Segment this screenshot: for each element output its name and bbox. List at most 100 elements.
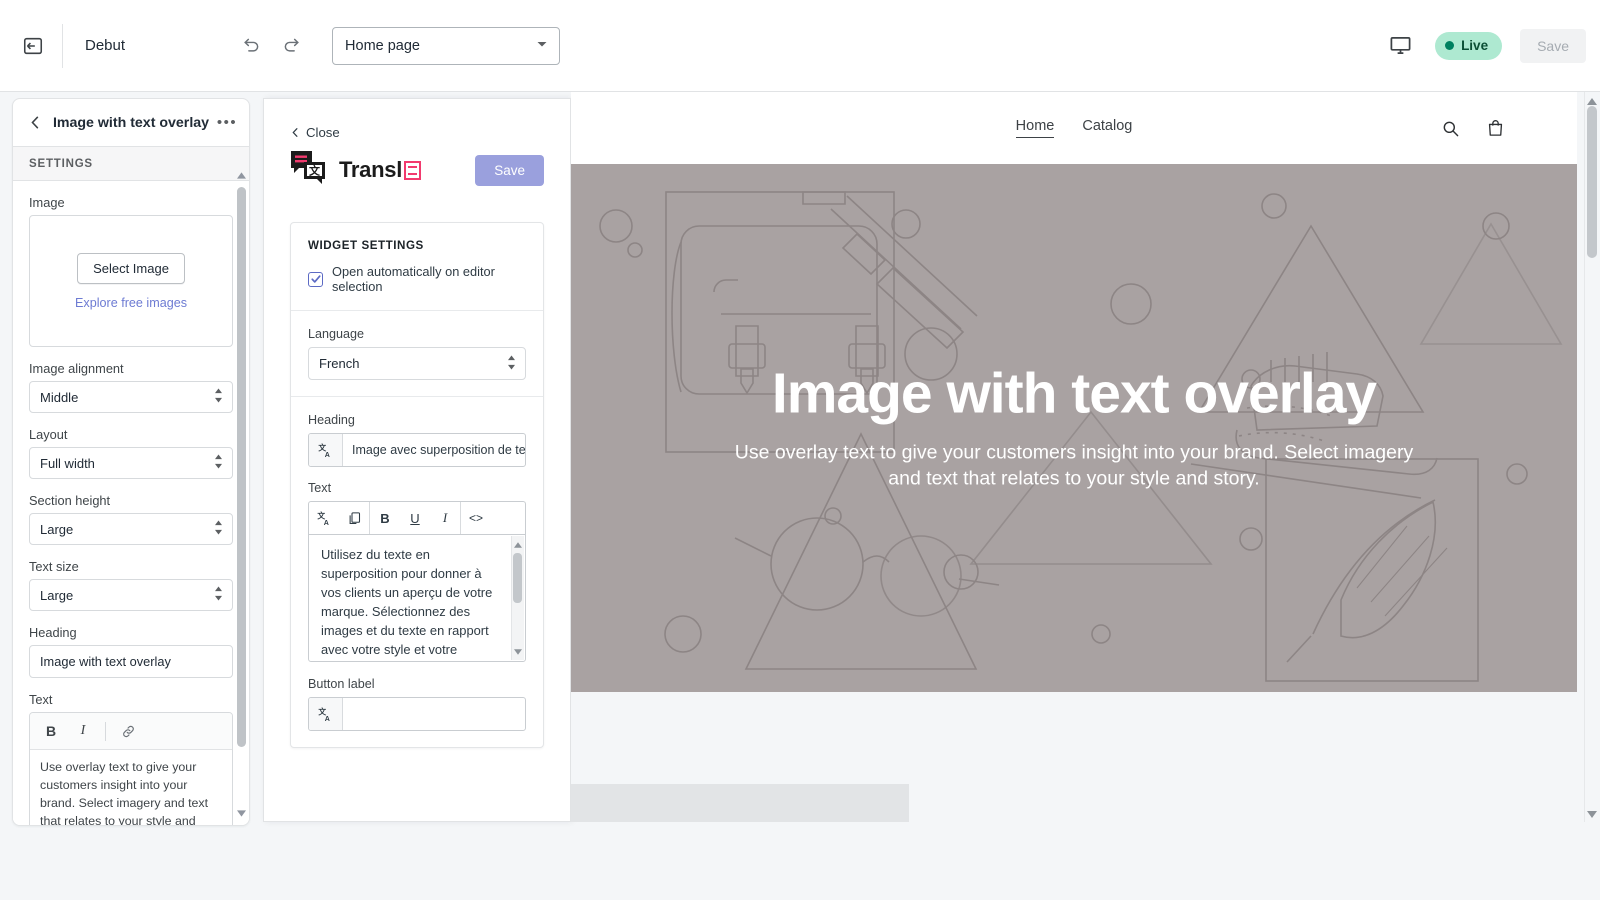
svg-text:A: A bbox=[323, 518, 328, 526]
nav-link-home[interactable]: Home bbox=[1016, 118, 1055, 138]
italic-button[interactable]: I bbox=[68, 718, 98, 745]
app-editor-toolbar: 文 A B U I <> bbox=[308, 501, 526, 534]
redo-button[interactable] bbox=[275, 30, 307, 62]
section-height-field: Section height Large bbox=[29, 493, 233, 545]
translate-icon: 文 A bbox=[317, 706, 334, 723]
hero-heading: Image with text overlay bbox=[631, 364, 1517, 424]
status-badge: Live bbox=[1435, 32, 1502, 60]
language-section: Language French bbox=[291, 311, 543, 397]
underline-button[interactable]: U bbox=[400, 502, 430, 534]
button-label-input[interactable] bbox=[343, 698, 525, 730]
sidebar-scrollbar-thumb[interactable] bbox=[237, 187, 246, 747]
scroll-down-arrow[interactable] bbox=[235, 807, 247, 819]
text-size-label: Text size bbox=[29, 559, 233, 574]
preview-scrollbar-thumb[interactable] bbox=[1587, 106, 1597, 258]
app-heading-input-group: 文 A Image avec superposition de texte bbox=[308, 433, 526, 467]
bold-button[interactable]: B bbox=[370, 502, 400, 534]
button-label-label: Button label bbox=[308, 677, 526, 691]
chevron-left-icon bbox=[290, 127, 301, 138]
heading-label: Heading bbox=[29, 625, 233, 640]
app-save-label: Save bbox=[494, 163, 525, 178]
desktop-preview-button[interactable] bbox=[1383, 29, 1417, 63]
history-controls bbox=[235, 30, 307, 62]
text-size-value: Large bbox=[40, 588, 73, 603]
layout-select[interactable]: Full width bbox=[29, 447, 233, 479]
app-text-content[interactable]: Utilisez du texte en superposition pour … bbox=[309, 535, 525, 662]
translate-heading-button[interactable]: 文 A bbox=[309, 434, 343, 466]
hero-paragraph: Use overlay text to give your customers … bbox=[734, 440, 1414, 491]
layout-field: Layout Full width bbox=[29, 427, 233, 479]
save-button-label: Save bbox=[1537, 38, 1569, 54]
image-dropzone[interactable]: Select Image Explore free images bbox=[29, 215, 233, 347]
stepper-icon bbox=[214, 587, 223, 604]
italic-button[interactable]: I bbox=[430, 502, 460, 534]
undo-icon bbox=[241, 35, 262, 56]
select-image-button[interactable]: Select Image bbox=[77, 253, 185, 284]
language-label: Language bbox=[308, 327, 526, 341]
undo-button[interactable] bbox=[235, 30, 267, 62]
scroll-up-arrow[interactable] bbox=[235, 169, 247, 181]
search-button[interactable] bbox=[1441, 119, 1460, 138]
toolbar-group-translate: 文 A bbox=[309, 502, 370, 534]
chevron-left-icon bbox=[28, 115, 43, 130]
topbar-divider bbox=[62, 24, 63, 68]
auto-open-checkbox[interactable] bbox=[308, 272, 323, 287]
shopping-bag-icon bbox=[1486, 118, 1505, 138]
cart-button[interactable] bbox=[1486, 118, 1505, 138]
check-icon bbox=[311, 274, 321, 284]
preview-placeholder-block bbox=[571, 784, 909, 822]
storefront-header-icons bbox=[1441, 118, 1505, 138]
sidebar-header: Image with text overlay ••• bbox=[13, 99, 249, 147]
storefront-nav: Home Catalog bbox=[1016, 118, 1133, 138]
app-save-button[interactable]: Save bbox=[475, 155, 544, 186]
text-size-select[interactable]: Large bbox=[29, 579, 233, 611]
app-settings-card: WIDGET SETTINGS Open automatically on ed… bbox=[290, 222, 544, 748]
nav-link-catalog[interactable]: Catalog bbox=[1082, 118, 1132, 138]
section-height-value: Large bbox=[40, 522, 73, 537]
desktop-icon bbox=[1389, 34, 1412, 57]
code-button[interactable]: <> bbox=[461, 502, 491, 534]
toolbar-divider bbox=[105, 722, 106, 741]
exit-editor-button[interactable] bbox=[14, 27, 52, 65]
live-dot-icon bbox=[1445, 41, 1454, 50]
copy-button[interactable] bbox=[339, 502, 369, 534]
storefront-header: Home Catalog bbox=[571, 92, 1577, 164]
rich-text-content[interactable]: Use overlay text to give your customers … bbox=[30, 750, 232, 825]
app-text-editor[interactable]: Utilisez du texte en superposition pour … bbox=[308, 534, 526, 662]
link-button[interactable] bbox=[113, 718, 143, 745]
button-label-input-group: 文 A bbox=[308, 697, 526, 731]
translate-app-panel: Close 文 Transl Save WIDGET SETTINGS bbox=[263, 98, 571, 822]
bold-button[interactable]: B bbox=[36, 718, 66, 745]
page-selector[interactable]: Home page bbox=[332, 27, 560, 65]
auto-open-label: Open automatically on editor selection bbox=[332, 264, 526, 294]
heading-input[interactable]: Image with text overlay bbox=[29, 645, 233, 678]
layout-label: Layout bbox=[29, 427, 233, 442]
page-title: Image with text overlay bbox=[47, 115, 215, 131]
save-button[interactable]: Save bbox=[1520, 29, 1586, 63]
copy-icon bbox=[347, 511, 362, 526]
storefront-preview: Home Catalog bbox=[571, 92, 1577, 822]
language-select[interactable]: French bbox=[308, 347, 526, 380]
image-alignment-select[interactable]: Middle bbox=[29, 381, 233, 413]
auto-open-checkbox-row[interactable]: Open automatically on editor selection bbox=[308, 264, 526, 294]
app-brand-row: 文 Transl Save bbox=[264, 140, 570, 190]
svg-text:A: A bbox=[325, 450, 330, 458]
settings-section-label: SETTINGS bbox=[13, 147, 249, 181]
more-actions-button[interactable]: ••• bbox=[215, 111, 239, 135]
preview-scroll-down-arrow[interactable] bbox=[1586, 809, 1597, 820]
editor-scroll-up-arrow[interactable] bbox=[513, 540, 522, 549]
section-height-select[interactable]: Large bbox=[29, 513, 233, 545]
editor-scroll-down-arrow[interactable] bbox=[513, 647, 522, 656]
sidebar-back-button[interactable] bbox=[23, 111, 47, 135]
explore-free-images-link[interactable]: Explore free images bbox=[75, 296, 187, 310]
svg-text:A: A bbox=[325, 714, 330, 722]
translate-text-button[interactable]: 文 A bbox=[309, 502, 339, 534]
hero-section: Image with text overlay Use overlay text… bbox=[571, 164, 1577, 692]
text-label: Text bbox=[29, 692, 233, 707]
app-text-label: Text bbox=[308, 481, 526, 495]
app-close-button[interactable]: Close bbox=[264, 99, 340, 140]
translate-button-label-button[interactable]: 文 A bbox=[309, 698, 343, 730]
editor-scrollbar-thumb[interactable] bbox=[513, 553, 522, 603]
app-heading-label: Heading bbox=[308, 413, 526, 427]
app-heading-input[interactable]: Image avec superposition de texte bbox=[343, 434, 525, 466]
